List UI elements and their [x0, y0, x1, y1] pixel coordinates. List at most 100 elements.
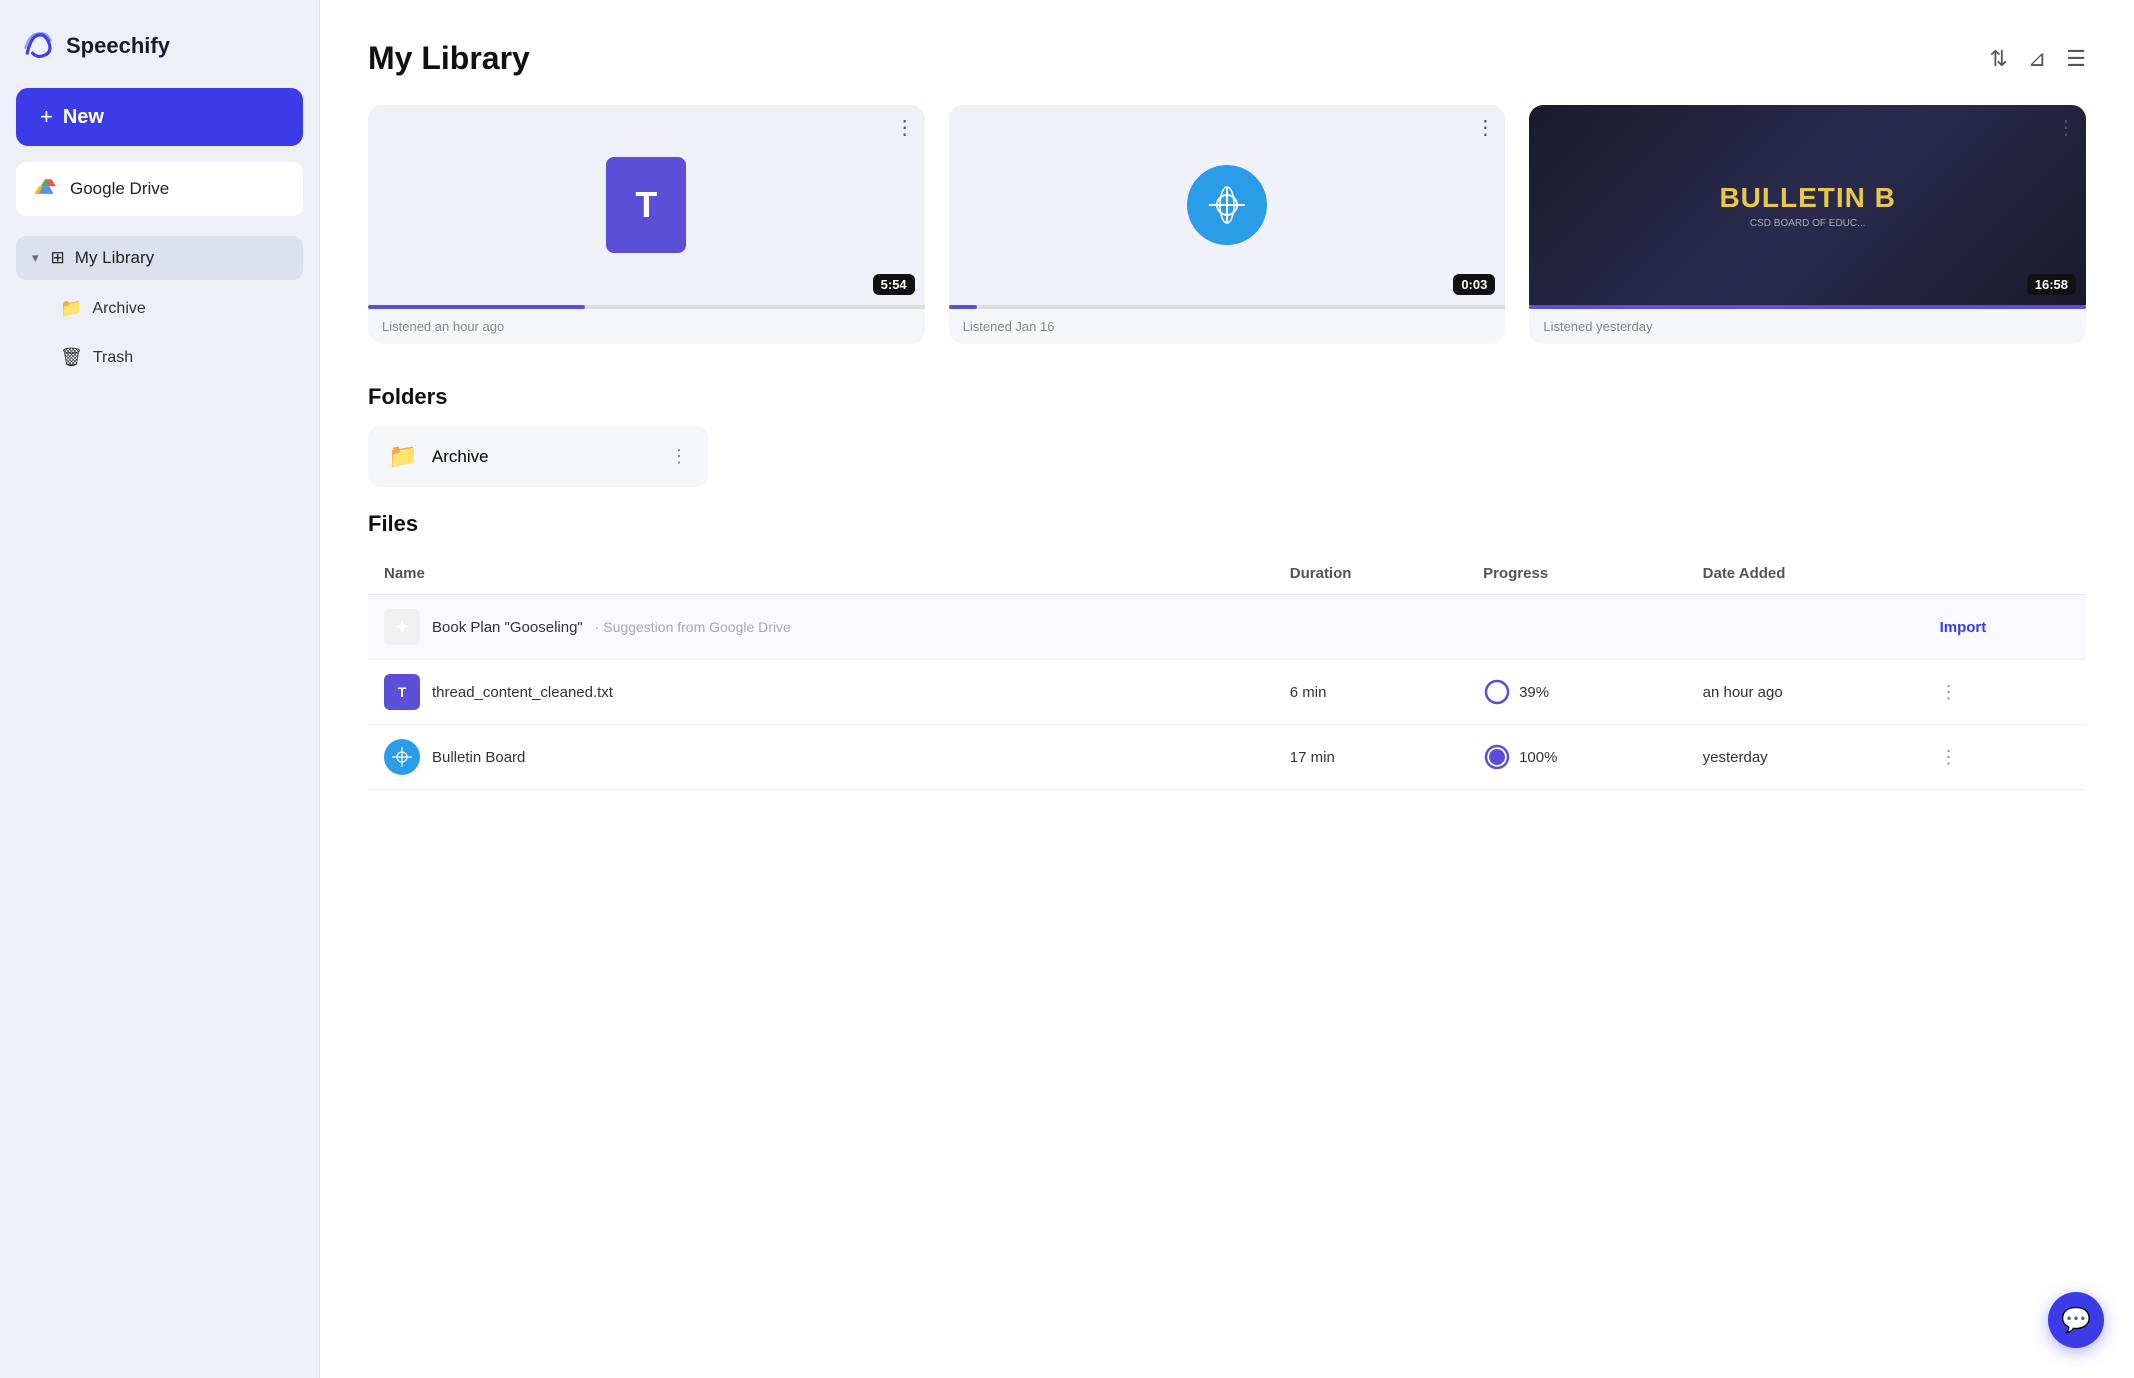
files-table-header: Name Duration Progress Date Added — [368, 553, 2086, 595]
duration-badge-js: 0:03 — [1453, 274, 1495, 295]
thread-duration: 6 min — [1274, 660, 1467, 725]
card-menu-bulletin[interactable]: ⋮ — [2056, 115, 2076, 140]
thread-progress-label: 39% — [1519, 684, 1549, 701]
card-thread-content[interactable]: ⋮ T 5:54 Listened an hour ago — [368, 105, 925, 344]
progress-bar-js — [949, 305, 1506, 309]
thread-menu-cell: ⋮ — [1924, 660, 2086, 725]
card-listened-bulletin: Listened yesterday — [1543, 319, 2072, 334]
thread-file-name: T thread_content_cleaned.txt — [384, 674, 1258, 710]
sidebar: Speechify + New Google Drive ▾ ⊞ My Libr… — [0, 0, 320, 1378]
progress-bar-thread — [368, 305, 925, 309]
files-section-title: Files — [368, 511, 2086, 537]
suggestion-date — [1687, 595, 1924, 660]
sidebar-item-trash[interactable]: 🗑 Trash — [16, 337, 303, 378]
suggestion-name-text: Book Plan "Gooseling" — [432, 619, 583, 636]
table-row-thread[interactable]: T thread_content_cleaned.txt 6 min 39% a… — [368, 660, 2086, 725]
sidebar-item-my-library[interactable]: ▾ ⊞ My Library — [16, 236, 303, 280]
bulletin-sub-text: CSD BOARD OF EDUC... — [1750, 218, 1866, 229]
card-footer-bulletin: Listened yesterday — [1529, 309, 2086, 344]
page-title: My Library — [368, 40, 530, 77]
trash-icon: 🗑 — [60, 347, 83, 368]
card-listened-thread: Listened an hour ago — [382, 319, 911, 334]
header-actions: ⇅ ⊿ ☰ — [1989, 46, 2086, 72]
thread-row-menu[interactable]: ⋮ — [1940, 682, 1958, 703]
main-content: My Library ⇅ ⊿ ☰ ⋮ T 5:54 Listened an ho… — [320, 0, 2134, 1378]
suggestion-name-cell: ✦ Book Plan "Gooseling" · Suggestion fro… — [368, 595, 1274, 660]
txt-file-icon: T — [606, 157, 686, 253]
card-thumbnail-thread: T 5:54 — [368, 105, 925, 305]
bulletin-row-menu[interactable]: ⋮ — [1940, 747, 1958, 768]
card-listened-js: Listened Jan 16 — [963, 319, 1492, 334]
chevron-down-icon: ▾ — [32, 250, 39, 266]
archive-folder-icon: 📁 — [388, 442, 418, 471]
progress-bar-bulletin — [1529, 305, 2086, 309]
progress-fill-thread — [368, 305, 585, 309]
google-drive-icon — [32, 176, 58, 202]
spark-icon: ✦ — [384, 609, 420, 645]
sort-icon[interactable]: ⇅ — [1989, 46, 2007, 72]
bulletin-progress: 100% — [1483, 743, 1671, 771]
suggestion-file-name: ✦ Book Plan "Gooseling" · Suggestion fro… — [384, 609, 1258, 645]
recent-cards-row: ⋮ T 5:54 Listened an hour ago ⋮ 0:03 — [368, 105, 2086, 344]
archive-folder-label: Archive — [432, 447, 489, 467]
archive-label: Archive — [92, 300, 145, 318]
suggestion-row[interactable]: ✦ Book Plan "Gooseling" · Suggestion fro… — [368, 595, 2086, 660]
card-footer-thread: Listened an hour ago — [368, 309, 925, 344]
bulletin-progress-cell: 100% — [1467, 725, 1687, 790]
duration-badge-thread: 5:54 — [873, 274, 915, 295]
card-thumbnail-js: 0:03 — [949, 105, 1506, 305]
chat-icon: 💬 — [2061, 1306, 2091, 1335]
bulletin-menu-cell: ⋮ — [1924, 725, 2086, 790]
folder-item-left: 📁 Archive — [388, 442, 489, 471]
bulletin-progress-circle — [1483, 743, 1511, 771]
import-button[interactable]: Import — [1940, 619, 1987, 636]
folder-archive-item[interactable]: 📁 Archive ⋮ — [368, 426, 708, 487]
card-js-site[interactable]: ⋮ 0:03 Listened Jan 16 — [949, 105, 1506, 344]
suggestion-progress — [1467, 595, 1687, 660]
thread-progress: 39% — [1483, 678, 1671, 706]
folders-section-title: Folders — [368, 384, 2086, 410]
progress-fill-js — [949, 305, 977, 309]
suggestion-hint: · Suggestion from Google Drive — [595, 619, 791, 635]
bulletin-title-text: BULLETIN B — [1719, 182, 1895, 214]
col-duration: Duration — [1274, 553, 1467, 595]
col-progress: Progress — [1467, 553, 1687, 595]
thread-file-icon: T — [384, 674, 420, 710]
sidebar-item-archive[interactable]: 📁 Archive — [16, 288, 303, 329]
new-button[interactable]: + New — [16, 88, 303, 146]
card-thumbnail-bulletin: BULLETIN B CSD BOARD OF EDUC... 16:58 — [1529, 105, 2086, 305]
my-library-label: My Library — [75, 248, 154, 268]
filter-icon[interactable]: ⊿ — [2028, 46, 2046, 72]
thread-progress-cell: 39% — [1467, 660, 1687, 725]
google-drive-label: Google Drive — [70, 179, 169, 199]
card-menu-js[interactable]: ⋮ — [1475, 115, 1495, 140]
table-row-bulletin[interactable]: Bulletin Board 17 min 100% yesterday — [368, 725, 2086, 790]
bulletin-duration: 17 min — [1274, 725, 1467, 790]
page-header: My Library ⇅ ⊿ ☰ — [368, 40, 2086, 77]
folder-menu-button[interactable]: ⋮ — [670, 446, 688, 467]
library-icon: ⊞ — [51, 248, 65, 268]
new-button-label: New — [63, 106, 104, 129]
view-toggle-icon[interactable]: ☰ — [2066, 46, 2086, 72]
logo-area: Speechify — [16, 20, 303, 80]
card-footer-js: Listened Jan 16 — [949, 309, 1506, 344]
bulletin-image: BULLETIN B CSD BOARD OF EDUC... — [1529, 105, 2086, 305]
web-file-icon — [1187, 165, 1267, 245]
thread-date: an hour ago — [1687, 660, 1924, 725]
duration-badge-bulletin: 16:58 — [2027, 274, 2076, 295]
speechify-logo-icon — [20, 28, 56, 64]
trash-label: Trash — [93, 349, 133, 367]
google-drive-button[interactable]: Google Drive — [16, 162, 303, 216]
card-menu-thread[interactable]: ⋮ — [895, 115, 915, 140]
col-actions — [1924, 553, 2086, 595]
thread-progress-circle — [1483, 678, 1511, 706]
bulletin-file-name: Bulletin Board — [384, 739, 1258, 775]
thread-name-cell: T thread_content_cleaned.txt — [368, 660, 1274, 725]
card-bulletin-board[interactable]: ⋮ BULLETIN B CSD BOARD OF EDUC... 16:58 … — [1529, 105, 2086, 344]
suggestion-action: Import — [1924, 595, 2086, 660]
chat-button[interactable]: 💬 — [2048, 1292, 2104, 1348]
col-name: Name — [368, 553, 1274, 595]
suggestion-duration — [1274, 595, 1467, 660]
progress-fill-bulletin — [1529, 305, 2086, 309]
bulletin-date: yesterday — [1687, 725, 1924, 790]
